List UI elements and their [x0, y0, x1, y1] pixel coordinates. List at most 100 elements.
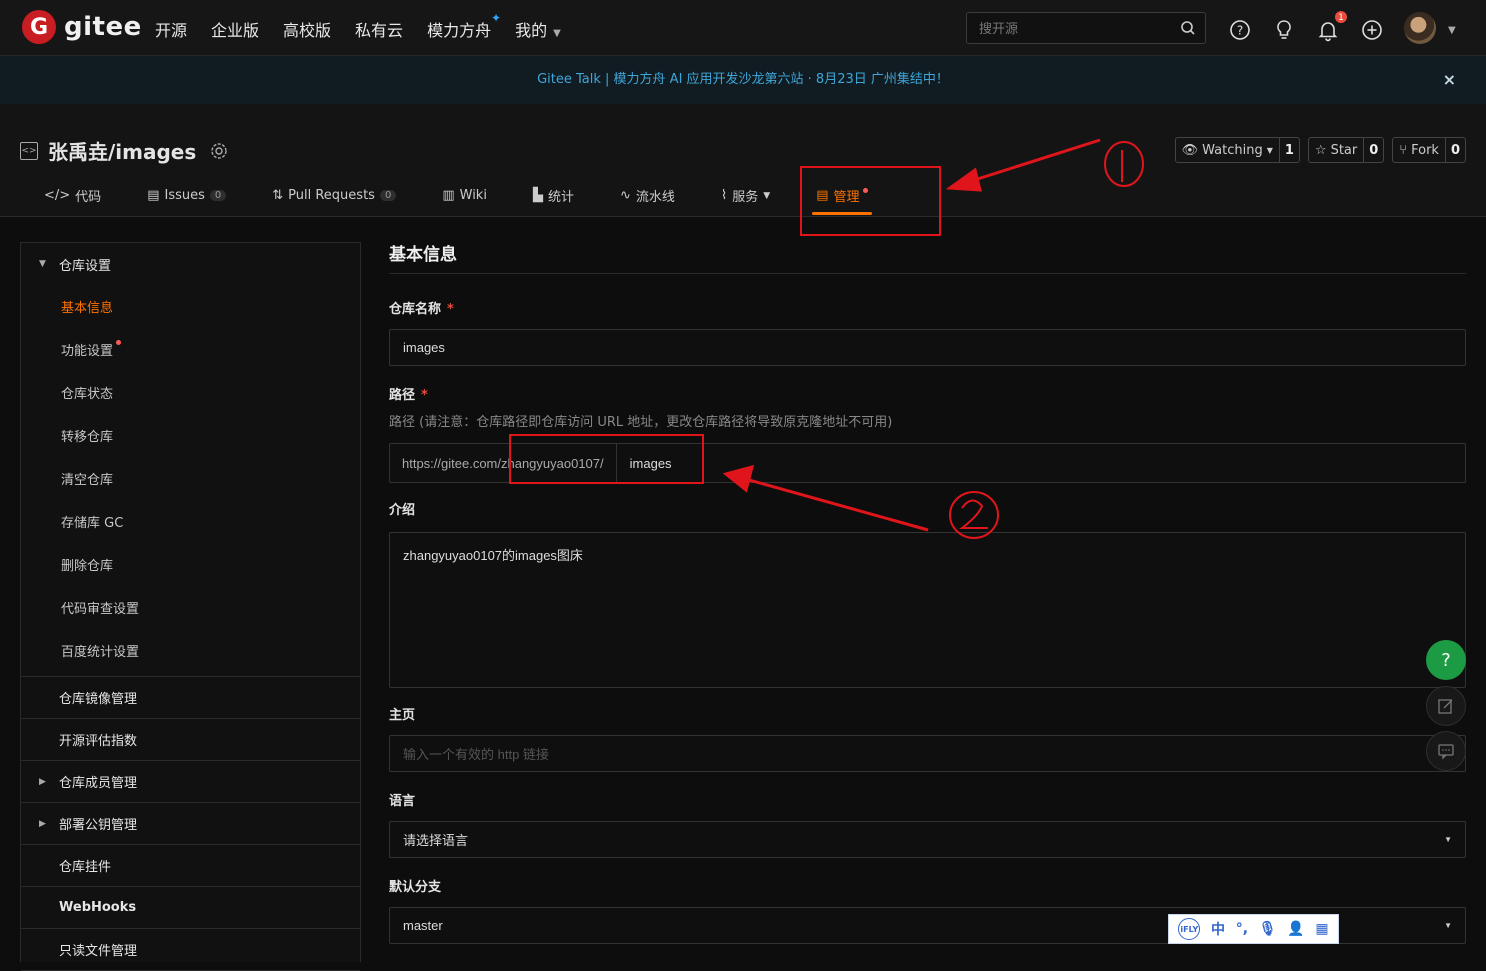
sparkle-icon: ✦ — [491, 11, 502, 25]
lightbulb-icon[interactable] — [1272, 18, 1296, 42]
sidebar-item-gc[interactable]: 存储库 GC — [21, 500, 360, 543]
gitee-logo[interactable]: G gitee — [22, 10, 142, 44]
ime-toolbar: iFLY 中 °, 🎙 👤 ▦ — [1168, 914, 1339, 944]
tab-services[interactable]: ⌇ 服务 ▼ — [721, 186, 770, 205]
star-icon: ☆ — [1314, 142, 1327, 158]
sidebar-item-label: 功能设置 — [61, 344, 114, 359]
sidebar-item-transfer[interactable]: 转移仓库 — [21, 414, 360, 457]
description-textarea[interactable]: zhangyuyao0107的images图床 — [389, 532, 1466, 688]
banner-link[interactable]: Gitee Talk | 模力方舟 AI 应用开发沙龙第六站 · 8月23日 广… — [537, 72, 949, 87]
ifly-logo-icon[interactable]: iFLY — [1178, 918, 1201, 940]
select-caret-icon: ▼ — [1444, 921, 1452, 930]
sidebar-section-repo-settings[interactable]: ▼ 仓库设置 — [21, 243, 360, 285]
code-icon: </> — [44, 188, 71, 203]
path-input[interactable]: images — [617, 444, 685, 482]
watch-button[interactable]: 👁 Watching ▼ 1 — [1174, 137, 1300, 163]
new-dot — [116, 340, 122, 345]
nav-open-source[interactable]: 开源 — [155, 17, 187, 41]
tab-pr-label: Pull Requests — [288, 188, 375, 203]
section-label: 仓库成员管理 — [59, 776, 138, 791]
avatar-chevron-down-icon[interactable]: ▼ — [1448, 25, 1456, 36]
tab-code[interactable]: </> 代码 — [44, 186, 101, 205]
sidebar-item-repo-status[interactable]: 仓库状态 — [21, 371, 360, 414]
repo-title: <> 张禹垚/images — [20, 136, 228, 165]
user-avatar[interactable] — [1404, 12, 1436, 44]
watch-label: Watching — [1202, 142, 1263, 158]
search-icon[interactable] — [1180, 20, 1196, 36]
repo-settings-group: ▼ 仓库设置 基本信息 功能设置 仓库状态 转移仓库 清空仓库 存储库 GC 删除… — [21, 243, 360, 677]
pr-count: 0 — [379, 190, 397, 201]
sidebar-item-delete[interactable]: 删除仓库 — [21, 543, 360, 586]
repo-tabs: </> 代码 ▤ Issues 0 ⇅ Pull Requests 0 ▥ Wiki ▙ 统计… — [44, 186, 914, 215]
section-label: 仓库镜像管理 — [59, 692, 138, 707]
manage-dot — [862, 188, 868, 193]
grid-icon[interactable]: ▦ — [1315, 921, 1328, 937]
notifications-button[interactable]: 1 — [1316, 10, 1348, 42]
watch-count: 1 — [1278, 138, 1299, 162]
tab-stats[interactable]: ▙ 统计 — [533, 186, 574, 205]
language-select-value: 请选择语言 — [403, 833, 469, 848]
sidebar-item-features[interactable]: 功能设置 — [21, 328, 360, 371]
caret-right-icon: ▶ — [39, 776, 46, 787]
sidebar-section-readonly-files[interactable]: 只读文件管理 — [21, 929, 360, 971]
help-float-button[interactable]: ? — [1426, 640, 1466, 680]
homepage-label: 主页 — [389, 708, 416, 723]
tab-pipeline[interactable]: ∿ 流水线 — [620, 186, 675, 205]
sidebar-item-basic-info[interactable]: 基本信息 — [21, 285, 360, 328]
search-input[interactable] — [967, 13, 1167, 43]
nav-moli-label: 模力方舟 — [427, 21, 492, 40]
branch-select-value: master — [403, 918, 443, 933]
section-label: 仓库挂件 — [59, 860, 112, 875]
sidebar-item-clear[interactable]: 清空仓库 — [21, 457, 360, 500]
section-label: 仓库设置 — [59, 258, 112, 274]
tab-issues[interactable]: ▤ Issues 0 — [147, 186, 227, 205]
tab-manage[interactable]: ▤ 管理 — [812, 186, 872, 215]
issues-count: 0 — [209, 190, 227, 201]
nav-private-cloud[interactable]: 私有云 — [355, 17, 403, 41]
tab-stats-label: 统计 — [547, 190, 574, 205]
chat-float-button[interactable] — [1426, 731, 1466, 771]
repo-header: <> 张禹垚/images 👁 Watching ▼ 1 ☆ Star 0 ⑂ Fork… — [0, 104, 1486, 217]
edit-icon — [1438, 699, 1453, 714]
nav-enterprise[interactable]: 企业版 — [211, 17, 259, 41]
sidebar-section-widgets[interactable]: 仓库挂件 — [21, 845, 360, 887]
badge-settings-icon[interactable] — [210, 142, 228, 160]
required-mark: * — [447, 302, 454, 317]
settings-form: 基本信息 仓库名称 * images 路径 * 路径 (请注意：仓库路径即仓库访问 … — [389, 240, 1466, 944]
repo-name-label: 仓库名称 * — [389, 298, 1466, 317]
user-icon[interactable]: 👤 — [1287, 921, 1304, 937]
path-input-group: https://gitee.com/zhangyuyao0107/ images — [389, 443, 1466, 483]
banner-close-icon[interactable]: × — [1443, 56, 1456, 104]
microphone-icon[interactable]: 🎙 — [1259, 921, 1277, 937]
homepage-input[interactable]: 输入一个有效的 http 链接 — [389, 735, 1466, 772]
description-label: 介绍 — [389, 503, 416, 518]
tab-pull-requests[interactable]: ⇅ Pull Requests 0 — [272, 186, 397, 205]
repo-name-input[interactable]: images — [389, 329, 1466, 366]
sidebar-section-oss-index[interactable]: 开源评估指数 — [21, 719, 360, 761]
nav-moli[interactable]: 模力方舟 ✦ — [427, 11, 501, 41]
wiki-icon: ▥ — [442, 188, 455, 203]
repo-actions: 👁 Watching ▼ 1 ☆ Star 0 ⑂ Fork 0 — [1174, 137, 1466, 163]
help-icon[interactable]: ? — [1228, 18, 1252, 42]
tab-wiki[interactable]: ▥ Wiki — [442, 186, 487, 205]
ime-chinese-toggle[interactable]: 中 — [1211, 919, 1225, 939]
notification-badge: 1 — [1334, 10, 1348, 24]
star-button[interactable]: ☆ Star 0 — [1307, 137, 1385, 163]
path-label-text: 路径 — [389, 388, 416, 403]
repo-name[interactable]: 张禹垚/images — [48, 136, 196, 165]
announcement-banner: Gitee Talk | 模力方舟 AI 应用开发沙龙第六站 · 8月23日 广… — [0, 56, 1486, 104]
sidebar-item-code-review[interactable]: 代码审查设置 — [21, 586, 360, 629]
nav-education[interactable]: 高校版 — [283, 17, 331, 41]
sidebar-section-mirror[interactable]: 仓库镜像管理 — [21, 677, 360, 719]
language-select[interactable]: 请选择语言 ▼ — [389, 821, 1466, 858]
fork-button[interactable]: ⑂ Fork 0 — [1392, 137, 1466, 163]
feedback-float-button[interactable] — [1426, 686, 1466, 726]
sidebar-item-baidu-stats[interactable]: 百度统计设置 — [21, 629, 360, 672]
select-caret-icon: ▼ — [1444, 835, 1452, 844]
sidebar-section-deploy-keys[interactable]: ▶ 部署公钥管理 — [21, 803, 360, 845]
nav-mine[interactable]: 我的 ▼ — [515, 17, 561, 41]
sidebar-section-webhooks[interactable]: WebHooks — [21, 887, 360, 929]
plus-circle-icon[interactable] — [1360, 18, 1384, 42]
sidebar-section-members[interactable]: ▶ 仓库成员管理 — [21, 761, 360, 803]
punctuation-icon[interactable]: °, — [1236, 921, 1248, 937]
